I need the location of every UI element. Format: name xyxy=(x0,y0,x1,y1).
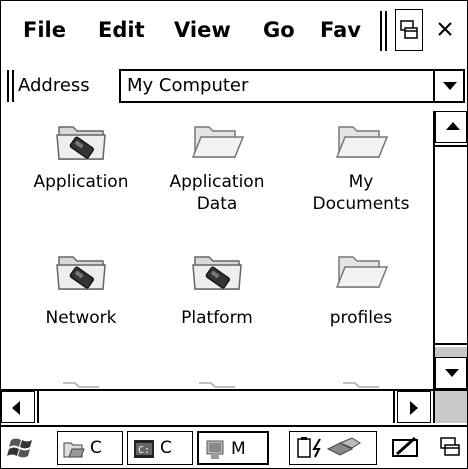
taskbar: C C: C M xyxy=(1,425,467,468)
menu-file[interactable]: File xyxy=(23,1,66,61)
keyboard-pen-icon xyxy=(392,436,418,457)
folder-view: Application Application Data My Documents … xyxy=(1,109,433,389)
task-button-command[interactable]: C: C xyxy=(127,431,193,465)
view-toggle-button[interactable] xyxy=(395,9,423,51)
address-bar: Address My Computer xyxy=(1,65,467,107)
start-button[interactable] xyxy=(3,431,43,465)
horizontal-scroll-thumb[interactable] xyxy=(37,391,395,423)
windows-stack-icon xyxy=(440,437,460,456)
folder-item-application-data[interactable]: Application Data xyxy=(147,117,287,215)
window-icon xyxy=(400,20,418,39)
horizontal-scrollbar[interactable] xyxy=(1,389,433,423)
scrollbar-corner xyxy=(433,389,467,423)
vertical-scrollbar[interactable] xyxy=(433,111,467,391)
chevron-down-icon xyxy=(443,82,457,90)
folder-item-platform[interactable]: Platform xyxy=(147,247,287,329)
input-panel-button[interactable] xyxy=(387,431,427,465)
storage-folder-icon xyxy=(192,256,242,290)
arrow-left-icon xyxy=(12,401,20,415)
scroll-right-button[interactable] xyxy=(397,391,431,423)
close-button[interactable] xyxy=(431,9,459,51)
explorer-icon xyxy=(63,442,85,458)
folder-item-application[interactable]: Application xyxy=(11,117,151,193)
folder-item-partial[interactable] xyxy=(291,373,431,389)
close-icon xyxy=(438,22,452,36)
task-button-my-computer[interactable]: M xyxy=(197,431,269,465)
command-icon: C: xyxy=(134,440,154,458)
toolbar-grip[interactable] xyxy=(380,11,387,51)
address-value[interactable]: My Computer xyxy=(127,71,248,101)
task-label: C xyxy=(160,438,172,458)
task-label: C xyxy=(90,438,102,458)
menu-favorites[interactable]: Fav xyxy=(320,1,376,61)
task-button-explorer[interactable]: C xyxy=(57,431,123,465)
folder-item-partial[interactable] xyxy=(147,373,287,389)
arrow-down-icon xyxy=(445,369,459,377)
folder-label: profiles xyxy=(329,308,393,328)
folder-label: My Documents xyxy=(312,172,410,214)
address-dropdown-button[interactable] xyxy=(433,71,463,101)
folder-item-partial[interactable] xyxy=(11,373,151,389)
my-computer-icon xyxy=(206,440,224,459)
storage-folder-icon xyxy=(56,126,106,160)
svg-text:C:: C: xyxy=(138,445,150,456)
arrow-right-icon xyxy=(410,401,418,415)
scroll-left-button[interactable] xyxy=(1,391,35,423)
folder-icon xyxy=(191,126,245,158)
desktop-switch-button[interactable] xyxy=(435,431,467,465)
vertical-scroll-thumb[interactable] xyxy=(435,145,467,345)
system-tray[interactable] xyxy=(289,431,377,465)
storage-folder-icon xyxy=(56,256,106,290)
menu-bar: File Edit View Go Fav xyxy=(1,1,467,61)
windows-flag-icon xyxy=(7,438,32,458)
scroll-down-button[interactable] xyxy=(435,357,467,389)
menu-view[interactable]: View xyxy=(174,1,231,61)
address-label: Address xyxy=(18,75,90,96)
battery-network-icon xyxy=(297,437,361,458)
folder-label: Application xyxy=(33,172,129,192)
menu-edit[interactable]: Edit xyxy=(98,1,145,61)
folder-icon xyxy=(335,126,389,158)
scroll-up-button[interactable] xyxy=(435,111,467,143)
explorer-window: File Edit View Go Fav Address My Compute… xyxy=(0,0,468,469)
task-label: M xyxy=(231,439,246,459)
folder-icon xyxy=(335,256,389,288)
address-grip[interactable] xyxy=(7,70,14,102)
folder-icon xyxy=(63,382,99,388)
arrow-up-icon xyxy=(446,122,460,130)
folder-icon xyxy=(199,382,235,388)
vertical-scroll-track[interactable] xyxy=(435,347,467,357)
menu-go[interactable]: Go xyxy=(263,1,295,61)
folder-label: Network xyxy=(45,308,117,328)
address-combobox[interactable]: My Computer xyxy=(119,69,465,103)
folder-item-my-documents[interactable]: My Documents xyxy=(291,117,431,215)
folder-icon xyxy=(343,382,379,388)
folder-item-profiles[interactable]: profiles xyxy=(291,247,431,329)
folder-label: Application Data xyxy=(169,172,265,214)
folder-label: Platform xyxy=(181,308,253,328)
folder-item-network[interactable]: Network xyxy=(11,247,151,329)
